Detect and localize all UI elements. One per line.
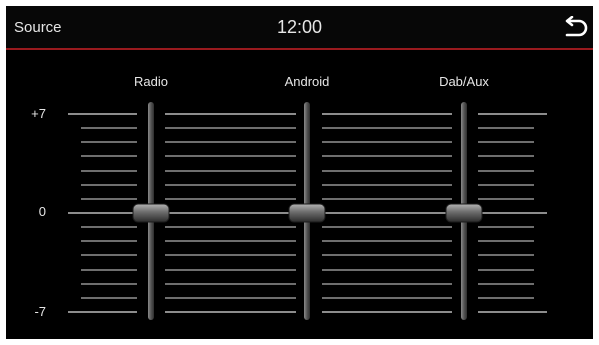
equalizer-panel: +7 0 -7 Radio Android Dab/Aux — [31, 74, 547, 320]
screen: Source 12:00 +7 0 -7 Radio Android Dab/A… — [6, 6, 593, 339]
slider-knob-dab-aux[interactable] — [445, 203, 483, 223]
slider-knob-radio[interactable] — [132, 203, 170, 223]
channel-label-dab-aux: Dab/Aux — [439, 74, 489, 89]
channel-label-radio: Radio — [134, 74, 168, 89]
scale-mid-label: 0 — [39, 204, 46, 219]
slider-radio[interactable]: Radio — [132, 74, 170, 320]
channel-label-android: Android — [285, 74, 330, 89]
scale-min-label: -7 — [34, 304, 46, 319]
scale-max-label: +7 — [31, 106, 46, 121]
slider-knob-android[interactable] — [288, 203, 326, 223]
